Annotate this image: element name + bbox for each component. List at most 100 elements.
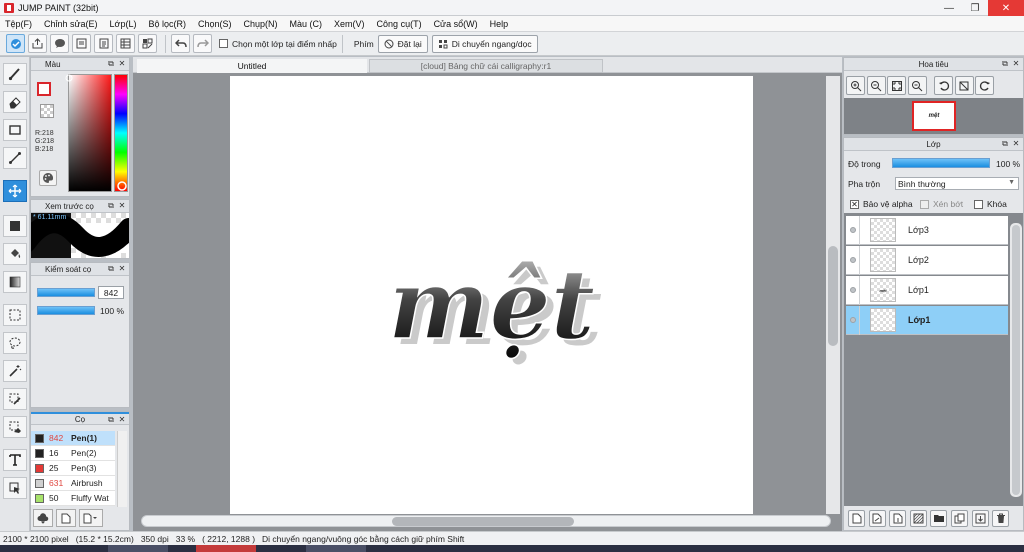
undock-icon[interactable]: ⧉ xyxy=(106,264,116,274)
close-button[interactable]: ✕ xyxy=(988,0,1024,16)
panel-close-icon[interactable]: ✕ xyxy=(117,415,127,425)
minimize-button[interactable]: — xyxy=(936,0,962,16)
visibility-toggle[interactable] xyxy=(846,215,860,245)
menu-tools[interactable]: Công cụ(T) xyxy=(371,19,428,29)
layer-scroll-thumb[interactable] xyxy=(1012,225,1020,495)
redo-icon[interactable] xyxy=(193,34,212,53)
note-icon[interactable] xyxy=(72,34,91,53)
duplicate-layer-button[interactable] xyxy=(950,509,968,527)
rectangle-tool[interactable] xyxy=(3,119,27,141)
tab-untitled[interactable]: Untitled xyxy=(137,59,367,73)
new-brush-button[interactable] xyxy=(56,509,76,527)
fit-window-button[interactable] xyxy=(887,76,906,95)
panel-close-icon[interactable]: ✕ xyxy=(117,59,127,69)
taskbar-item[interactable] xyxy=(306,545,366,552)
menu-window[interactable]: Cửa sổ(W) xyxy=(428,19,484,29)
zoom-in-button[interactable] xyxy=(846,76,865,95)
zoom-in-alt-button[interactable] xyxy=(866,76,886,95)
move-tool[interactable] xyxy=(3,180,27,202)
new-folder-button[interactable] xyxy=(930,509,948,527)
brush-item[interactable]: 50 Fluffy Wat xyxy=(31,491,115,506)
select-pen-tool[interactable] xyxy=(3,388,27,410)
reset-button[interactable]: Đặt lại xyxy=(377,34,428,53)
horizontal-scroll-thumb[interactable] xyxy=(392,517,574,526)
brush-item[interactable]: 25 Pen(3) xyxy=(31,461,115,476)
lock-checkbox[interactable] xyxy=(974,199,983,209)
text-tool[interactable] xyxy=(3,449,27,471)
protect-alpha-option[interactable]: ✕ Bảo vệ alpha xyxy=(850,199,913,209)
saturation-value-picker[interactable] xyxy=(65,74,112,192)
layer-list-icon[interactable] xyxy=(116,34,135,53)
new-layer-button[interactable] xyxy=(848,509,865,527)
layer-row[interactable]: Lớp1 xyxy=(846,305,1008,335)
document-icon[interactable] xyxy=(94,34,113,53)
new-1bit-layer-button[interactable] xyxy=(889,509,907,527)
gradient-tool[interactable] xyxy=(3,271,27,293)
menu-layer[interactable]: Lớp(L) xyxy=(104,19,143,29)
lasso-tool[interactable] xyxy=(3,332,27,354)
merge-layer-button[interactable] xyxy=(971,509,989,527)
brush-size-slider[interactable] xyxy=(37,288,95,297)
hue-slider[interactable] xyxy=(114,74,128,192)
menu-color[interactable]: Màu (C) xyxy=(284,19,329,29)
drawing-canvas[interactable]: mệt mệt xyxy=(230,76,753,514)
brush-tool[interactable] xyxy=(3,63,27,85)
new-vector-layer-button[interactable] xyxy=(868,509,886,527)
layer-opacity-slider[interactable] xyxy=(892,158,990,168)
navigator-view[interactable]: mệt xyxy=(844,98,1023,134)
panel-close-icon[interactable]: ✕ xyxy=(1011,139,1021,149)
brush-item[interactable]: 16 Pen(2) xyxy=(31,446,115,461)
check-icon[interactable] xyxy=(6,34,25,53)
operation-tool[interactable] xyxy=(3,477,27,499)
grid-edit-icon[interactable] xyxy=(138,34,157,53)
clipping-checkbox[interactable] xyxy=(920,199,929,209)
foreground-color-swatch[interactable] xyxy=(37,82,51,96)
undock-icon[interactable]: ⧉ xyxy=(106,59,116,69)
undock-icon[interactable]: ⧉ xyxy=(1000,139,1010,149)
brush-list-scrollbar[interactable] xyxy=(117,431,127,507)
panel-close-icon[interactable]: ✕ xyxy=(117,264,127,274)
delete-layer-button[interactable] xyxy=(992,509,1010,527)
canvas-vertical-scrollbar[interactable] xyxy=(826,76,840,514)
select-layer-at-point-option[interactable]: Chọn một lớp tại điểm nhấp xyxy=(219,39,337,49)
flip-button[interactable] xyxy=(954,76,974,95)
undock-icon[interactable]: ⧉ xyxy=(106,415,116,425)
marquee-tool[interactable] xyxy=(3,304,27,326)
palette-button[interactable] xyxy=(39,170,57,186)
menu-view[interactable]: Xem(V) xyxy=(328,19,371,29)
menu-file[interactable]: Tệp(F) xyxy=(0,19,38,29)
protect-alpha-checkbox[interactable]: ✕ xyxy=(850,199,859,209)
panel-close-icon[interactable]: ✕ xyxy=(117,201,127,211)
visibility-toggle[interactable] xyxy=(846,305,860,335)
visibility-toggle[interactable] xyxy=(846,275,860,305)
select-eraser-tool[interactable] xyxy=(3,416,27,438)
move-hv-button[interactable]: Di chuyển ngang/dọc xyxy=(431,34,538,53)
undock-icon[interactable]: ⧉ xyxy=(1000,59,1010,69)
clipping-option[interactable]: Xén bớt xyxy=(920,199,963,209)
maximize-button[interactable]: ❐ xyxy=(962,0,988,16)
vertical-scroll-thumb[interactable] xyxy=(828,246,838,346)
hue-handle-icon[interactable] xyxy=(117,181,127,191)
add-brush-button[interactable] xyxy=(33,509,53,527)
menu-edit[interactable]: Chỉnh sửa(E) xyxy=(38,19,104,29)
menu-help[interactable]: Help xyxy=(484,19,515,29)
magic-wand-tool[interactable] xyxy=(3,360,27,382)
brush-item[interactable]: 842 Pen(1) xyxy=(31,431,115,446)
eraser-tool[interactable] xyxy=(3,91,27,113)
layer-row[interactable]: mệt Lớp1 xyxy=(846,275,1008,305)
rotate-right-button[interactable] xyxy=(975,76,994,95)
taskbar-item[interactable] xyxy=(196,545,256,552)
taskbar-item[interactable] xyxy=(108,545,168,552)
line-tool[interactable] xyxy=(3,147,27,169)
rotate-left-button[interactable] xyxy=(934,76,953,95)
lock-option[interactable]: Khóa xyxy=(974,199,1007,209)
undock-icon[interactable]: ⧉ xyxy=(106,201,116,211)
zoom-out-button[interactable] xyxy=(907,76,927,95)
background-color-swatch[interactable] xyxy=(40,104,54,118)
panel-close-icon[interactable]: ✕ xyxy=(1011,59,1021,69)
bucket-tool[interactable] xyxy=(3,243,27,265)
canvas-horizontal-scrollbar[interactable] xyxy=(141,515,831,527)
undo-icon[interactable] xyxy=(171,34,190,53)
visibility-toggle[interactable] xyxy=(846,245,860,275)
brush-opacity-slider[interactable] xyxy=(37,306,95,315)
